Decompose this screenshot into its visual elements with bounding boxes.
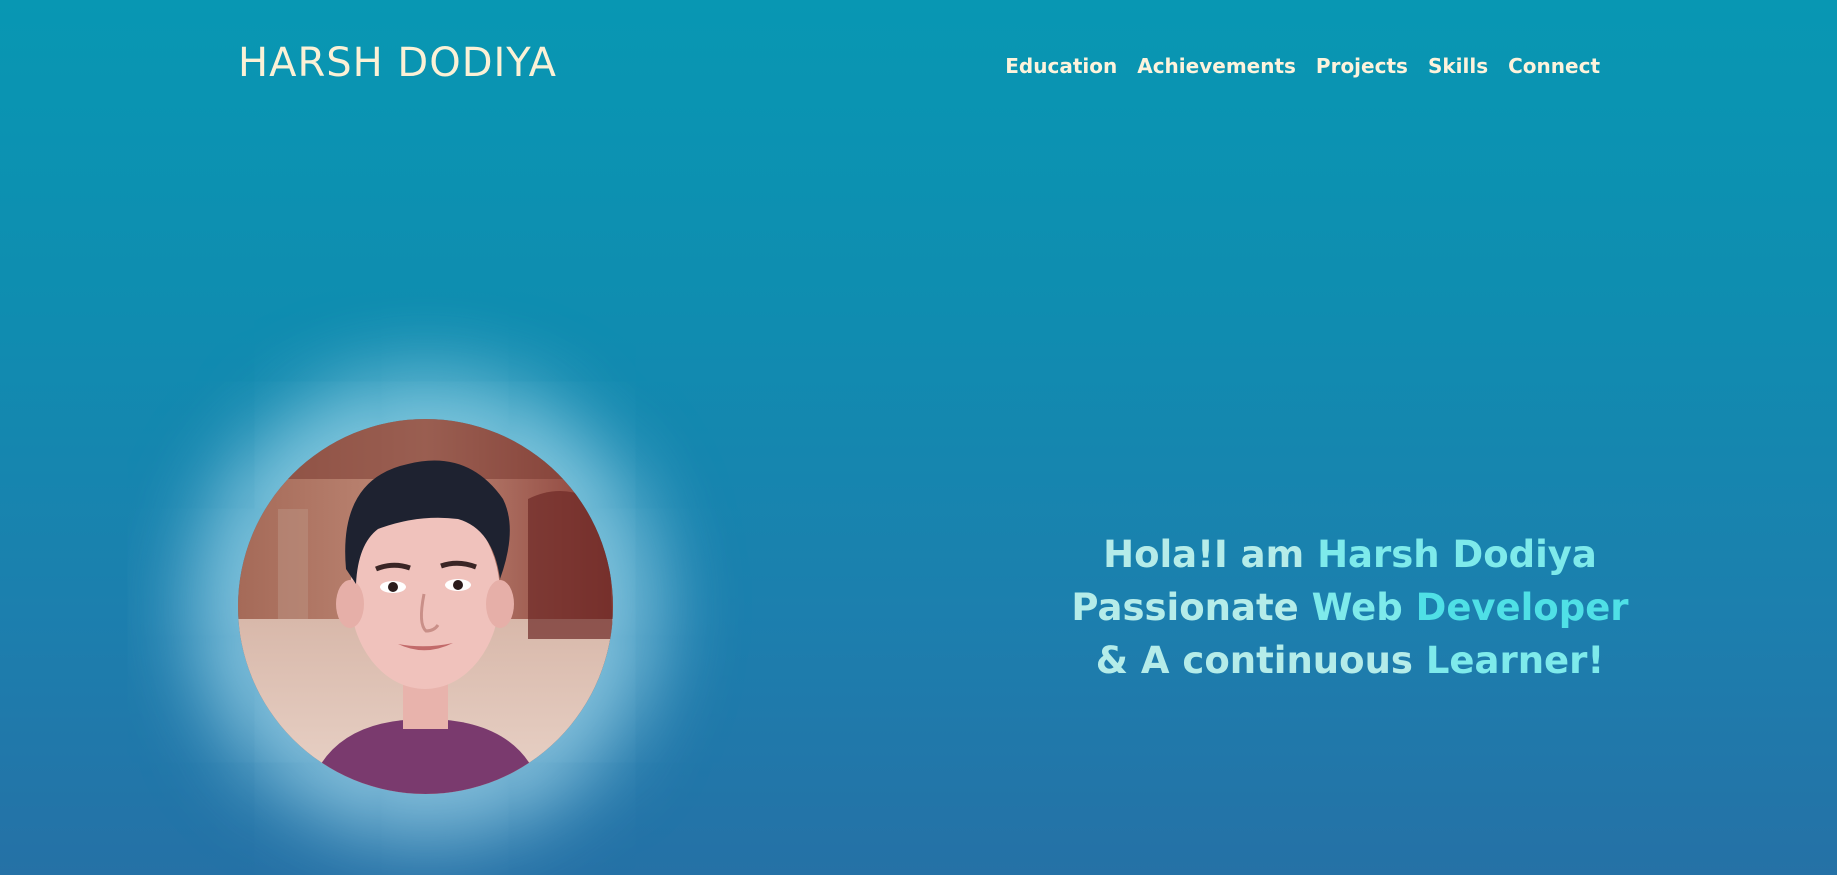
hero-line-greeting: Hola!I am Harsh Dodiya	[1050, 528, 1650, 581]
hero-greeting-text: Hola!I am	[1103, 533, 1318, 576]
hero-role-text-1: Passionate	[1071, 586, 1312, 629]
hero-name-text: Harsh Dodiya	[1317, 533, 1597, 576]
nav-link-skills[interactable]: Skills	[1428, 54, 1488, 78]
nav-link-education[interactable]: Education	[1005, 54, 1117, 78]
hero-intro: Hola!I am Harsh Dodiya Passionate Web De…	[1050, 528, 1650, 687]
hero-role-text-2: Web	[1311, 586, 1416, 629]
nav-link-connect[interactable]: Connect	[1508, 54, 1600, 78]
brand-logo[interactable]: HARSH DODIYA	[238, 40, 557, 86]
hero-learner-text-2: Learner!	[1425, 639, 1605, 682]
hero-line-learner: & A continuous Learner!	[1050, 634, 1650, 687]
profile-photo	[238, 419, 613, 794]
hero-learner-text-1: & A continuous	[1095, 639, 1426, 682]
site-header: HARSH DODIYA Education Achievements Proj…	[0, 0, 1837, 135]
hero-role-text-3: Developer	[1415, 586, 1629, 629]
nav-link-achievements[interactable]: Achievements	[1137, 54, 1296, 78]
nav-link-projects[interactable]: Projects	[1316, 54, 1408, 78]
hero-line-role: Passionate Web Developer	[1050, 581, 1650, 634]
profile-portrait-graphic	[238, 419, 613, 794]
main-nav: Education Achievements Projects Skills C…	[1005, 54, 1600, 78]
